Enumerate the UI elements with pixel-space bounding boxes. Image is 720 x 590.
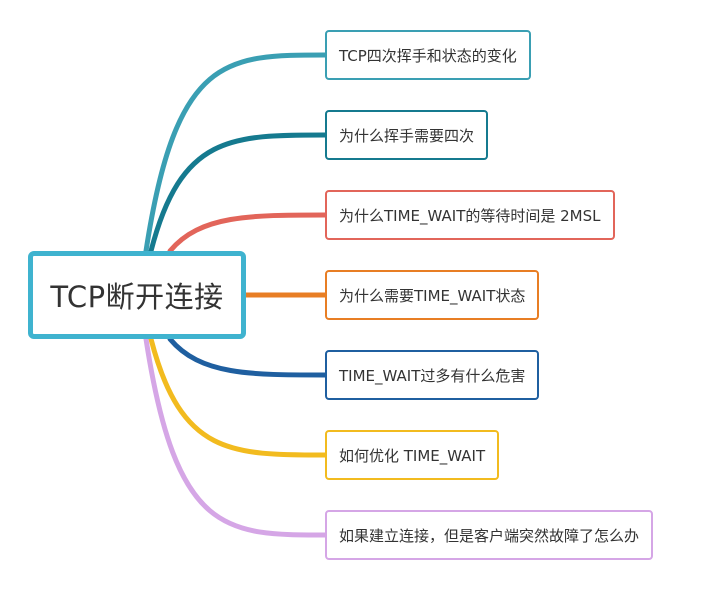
branch-node-time-wait-2msl[interactable]: 为什么TIME_WAIT的等待时间是 2MSL [325, 190, 615, 240]
connector-line-6 [143, 336, 328, 538]
root-node[interactable]: TCP断开连接 [28, 251, 246, 339]
branch-node-client-crash[interactable]: 如果建立连接，但是客户端突然故障了怎么办 [325, 510, 654, 560]
connector-line-2 [167, 212, 328, 254]
branch-node-time-wait-harm[interactable]: TIME_WAIT过多有什么危害 [325, 350, 540, 400]
branch-node-optimize-time-wait[interactable]: 如何优化 TIME_WAIT [325, 430, 500, 480]
branch-node-why-four-waves[interactable]: 为什么挥手需要四次 [325, 110, 489, 160]
connector-line-1 [148, 132, 328, 254]
branch-node-four-way-handshake[interactable]: TCP四次挥手和状态的变化 [325, 30, 531, 80]
connector-line-0 [143, 52, 328, 254]
branch-node-why-time-wait[interactable]: 为什么需要TIME_WAIT状态 [325, 270, 540, 320]
connector-line-4 [167, 336, 328, 378]
connector-line-5 [148, 336, 328, 458]
